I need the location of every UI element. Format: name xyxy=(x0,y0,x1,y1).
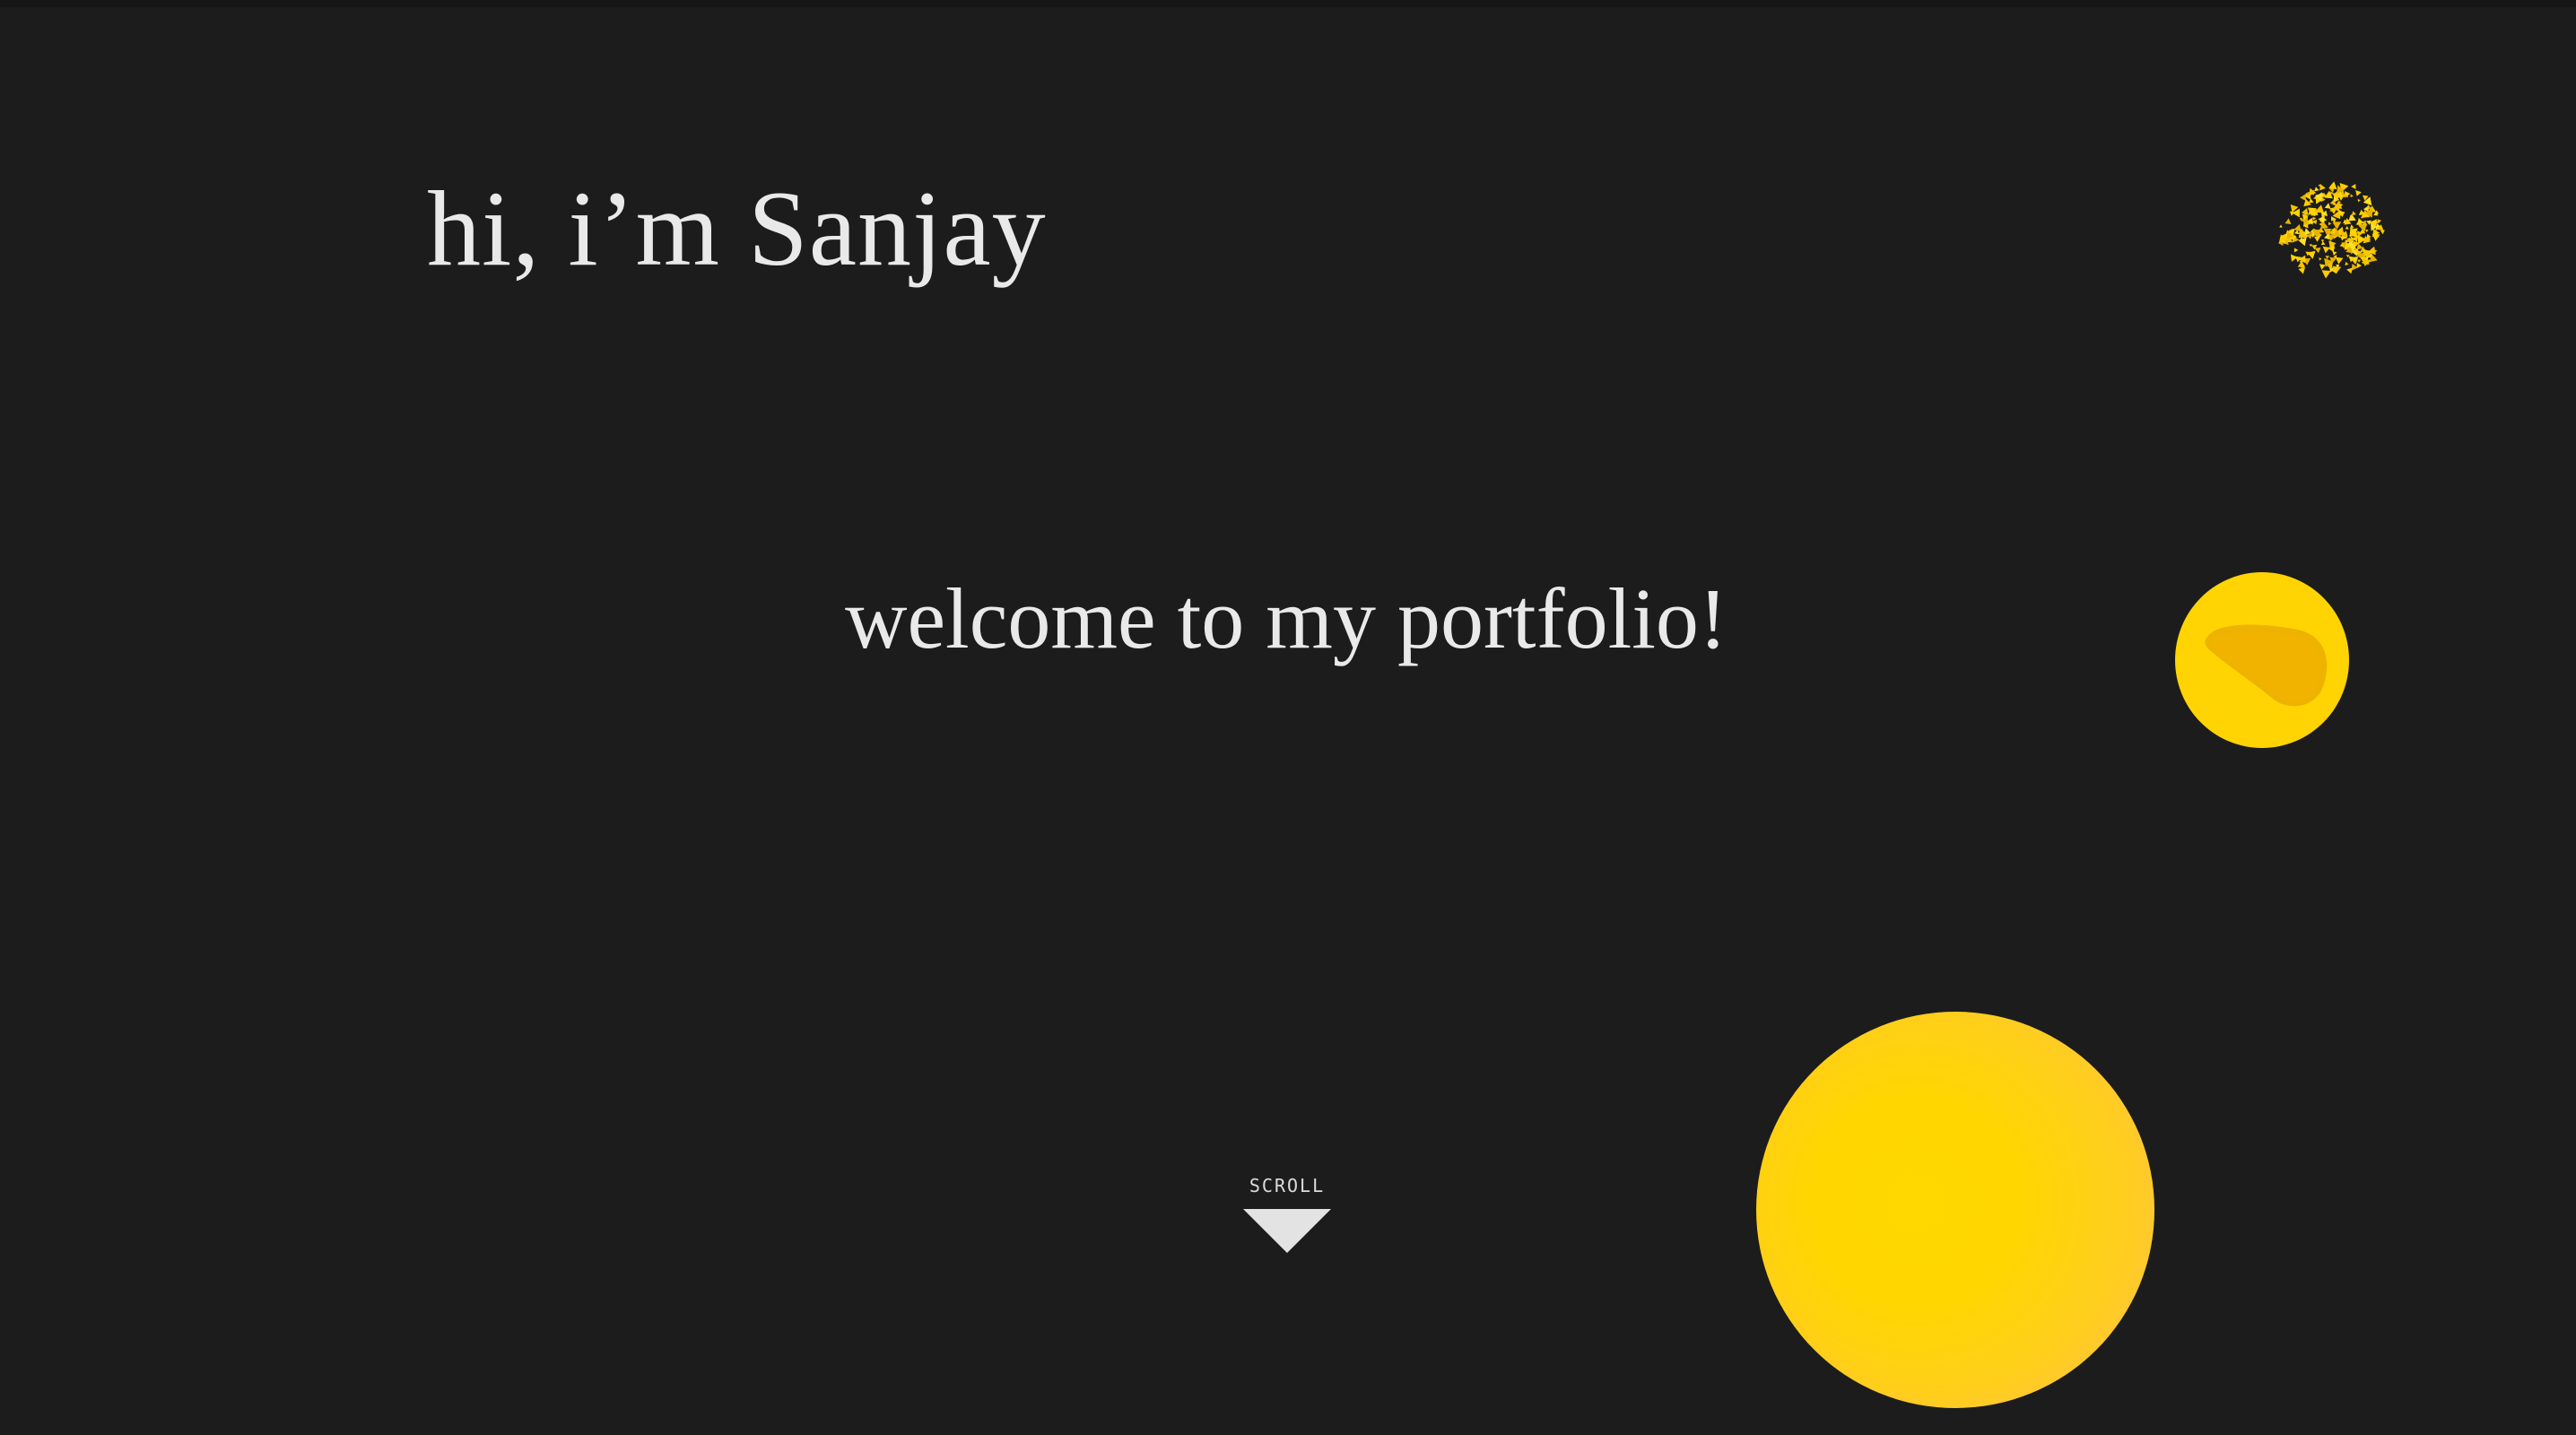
particle xyxy=(2328,181,2337,190)
particle xyxy=(2325,256,2329,260)
particle xyxy=(2348,213,2356,222)
particle xyxy=(2365,229,2369,232)
particle xyxy=(2357,259,2362,263)
particle-cluster-graphic xyxy=(2277,181,2385,279)
particle xyxy=(2349,224,2354,229)
particle xyxy=(2328,222,2332,226)
particle xyxy=(2351,211,2356,216)
particle xyxy=(2356,218,2364,225)
particle xyxy=(2320,240,2326,246)
scroll-indicator[interactable]: SCROLL xyxy=(1238,1175,1336,1265)
particle xyxy=(2345,261,2349,265)
particle xyxy=(2324,203,2331,209)
particle xyxy=(2300,194,2306,202)
particle xyxy=(2356,262,2362,269)
particle xyxy=(2284,218,2292,224)
particle xyxy=(2351,184,2356,189)
particle xyxy=(2371,233,2380,241)
top-border xyxy=(0,0,2576,7)
particle xyxy=(2293,248,2299,253)
particle xyxy=(2303,228,2311,235)
particle xyxy=(2321,270,2331,279)
particle xyxy=(2355,190,2362,196)
particle xyxy=(2324,190,2333,199)
particle xyxy=(2314,187,2319,192)
particle-cluster-icon[interactable] xyxy=(2274,175,2390,291)
particle xyxy=(2308,198,2314,204)
scroll-down-arrow-icon[interactable] xyxy=(1243,1209,1331,1253)
particle xyxy=(2319,184,2326,191)
scroll-label: SCROLL xyxy=(1249,1175,1326,1196)
particle xyxy=(2357,198,2361,203)
particle xyxy=(2380,230,2385,235)
particle xyxy=(2350,194,2354,198)
portfolio-page: hi, i’m Sanjay welcome to my portfolio! … xyxy=(0,0,2576,1435)
yellow-blob-icon[interactable] xyxy=(2175,572,2349,748)
blob-inner-shape xyxy=(2205,624,2328,707)
particle xyxy=(2279,224,2283,228)
particle xyxy=(2320,239,2325,243)
particle xyxy=(2312,216,2317,221)
particle xyxy=(2377,219,2382,224)
particle xyxy=(2345,226,2349,230)
particle xyxy=(2346,267,2353,274)
particle xyxy=(2332,251,2337,256)
yellow-sphere xyxy=(1756,1012,2154,1408)
welcome-message-text: welcome to my portfolio! xyxy=(845,570,1727,666)
particle xyxy=(2337,195,2345,201)
particle xyxy=(2319,264,2326,270)
particle xyxy=(2322,246,2330,254)
particle xyxy=(2332,222,2342,230)
particle xyxy=(2314,248,2321,254)
particle xyxy=(2319,257,2322,261)
hero-title: hi, i’m Sanjay xyxy=(427,169,1047,288)
